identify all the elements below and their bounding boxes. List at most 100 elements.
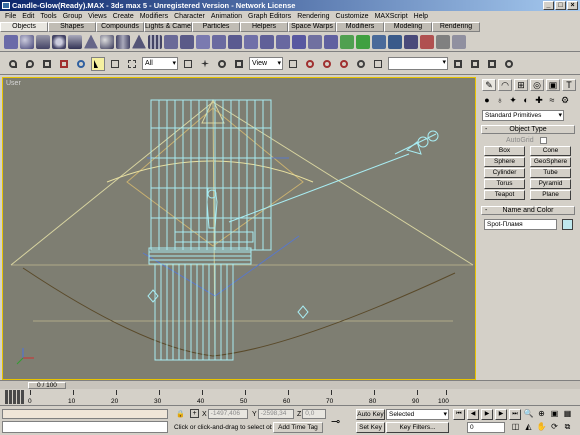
menu-create[interactable]: Create [110, 11, 137, 22]
pyramid-button[interactable]: Pyramid [530, 179, 571, 189]
cylinder-button[interactable]: Cylinder [484, 168, 525, 178]
spindle-icon[interactable] [212, 34, 226, 49]
redo-icon[interactable] [23, 57, 37, 71]
pivot-center-icon[interactable] [286, 57, 300, 71]
menu-file[interactable]: File [2, 11, 19, 22]
hierarchy-tab-icon[interactable]: ⊞ [514, 79, 528, 91]
primitive-category-dropdown[interactable]: Standard Primitives [482, 110, 564, 121]
tab-modeling[interactable]: Modeling [384, 22, 432, 32]
display-tab-icon[interactable]: ▣ [546, 79, 560, 91]
capsule-icon[interactable] [308, 34, 322, 49]
curve-editor-icon[interactable] [502, 57, 516, 71]
spacewarps-icon[interactable]: ≈ [547, 95, 557, 105]
utilities-tab-icon[interactable]: T [562, 79, 576, 91]
scale-icon[interactable] [232, 57, 246, 71]
tab-space-warps[interactable]: Space Warps [288, 22, 336, 32]
lock-icon[interactable]: 🔒 [176, 410, 185, 418]
rotate-icon[interactable] [215, 57, 229, 71]
sphere-icon[interactable] [20, 34, 34, 49]
menu-customize[interactable]: Customize [333, 11, 372, 22]
teapot-button[interactable]: Teapot [484, 190, 525, 200]
ringwave-icon[interactable] [244, 34, 258, 49]
maximize-viewport-icon[interactable]: ⧉ [562, 422, 573, 432]
menu-edit[interactable]: Edit [19, 11, 37, 22]
grid-green-icon[interactable] [340, 34, 354, 49]
add-time-tag-button[interactable]: Add Time Tag [273, 422, 323, 433]
diamond-icon[interactable] [372, 34, 386, 49]
cylinder-icon[interactable] [36, 34, 50, 49]
spinner-snap-icon[interactable] [354, 57, 368, 71]
snap-3d-icon[interactable] [303, 57, 317, 71]
key-mode-dropdown[interactable]: Selected [386, 409, 449, 420]
select-link-icon[interactable] [40, 57, 54, 71]
named-selection-icon[interactable] [371, 57, 385, 71]
link-icon[interactable] [420, 34, 434, 49]
undo-icon[interactable] [6, 57, 20, 71]
move-icon[interactable] [198, 57, 212, 71]
box-icon[interactable] [4, 34, 18, 49]
geosphere-button[interactable]: GeoSphere [530, 157, 571, 167]
zoom-all-icon[interactable]: ⊕ [536, 409, 547, 419]
tab-objects[interactable]: Objects [0, 22, 48, 32]
field-of-view-icon[interactable]: ◭ [523, 422, 534, 432]
zoom-extents-icon[interactable]: ▣ [549, 409, 560, 419]
object-type-rollout[interactable]: Object Type [481, 125, 575, 134]
unlink-icon[interactable] [57, 57, 71, 71]
plane-button[interactable]: Plane [530, 190, 571, 200]
sphere-button[interactable]: Sphere [484, 157, 525, 167]
tab-shapes[interactable]: Shapes [48, 22, 96, 32]
menu-character[interactable]: Character [171, 11, 208, 22]
tab-particles[interactable]: Particles [192, 22, 240, 32]
oiltank-icon[interactable] [196, 34, 210, 49]
z-field[interactable]: 0,0 [302, 409, 327, 419]
set-key-icon[interactable]: ⊸ [331, 415, 340, 428]
chamfer-box-icon[interactable] [180, 34, 194, 49]
goto-end-icon[interactable]: ⏭ [509, 409, 521, 420]
menu-tools[interactable]: Tools [37, 11, 59, 22]
selection-filter-dropdown[interactable]: All [142, 57, 178, 70]
prev-frame-icon[interactable]: ◀ [467, 409, 479, 420]
layer-manager-icon[interactable] [485, 57, 499, 71]
time-slider[interactable]: 0 / 100 [28, 382, 66, 389]
diamond2-icon[interactable] [388, 34, 402, 49]
region-zoom-icon[interactable]: ◫ [510, 422, 521, 432]
box-button[interactable]: Box [484, 146, 525, 156]
time-slider-bar[interactable]: 0 / 100 [0, 380, 580, 389]
menu-graph-editors[interactable]: Graph Editors [245, 11, 294, 22]
menu-maxscript[interactable]: MAXScript [372, 11, 411, 22]
tab-modifiers[interactable]: Modifiers [336, 22, 384, 32]
menu-rendering[interactable]: Rendering [294, 11, 332, 22]
maxscript-listener-bottom[interactable] [2, 421, 168, 433]
select-object-icon[interactable] [91, 56, 105, 71]
create-tab-icon[interactable]: ✎ [482, 79, 496, 91]
menu-animation[interactable]: Animation [208, 11, 245, 22]
shapes-icon[interactable]: ♁ [495, 95, 505, 105]
maximize-button[interactable]: □ [555, 1, 566, 10]
gengon-icon[interactable] [228, 34, 242, 49]
cylinder-small-icon[interactable] [452, 34, 466, 49]
zoom-icon[interactable]: 🔍 [523, 409, 534, 419]
prism-icon[interactable] [260, 34, 274, 49]
track-bar[interactable]: 0 10 20 30 40 50 60 70 80 90 100 [0, 389, 580, 406]
pan-icon[interactable]: ✋ [536, 422, 547, 432]
select-move-icon[interactable] [181, 57, 195, 71]
torus-knot-icon[interactable] [276, 34, 290, 49]
x-field[interactable]: -1497,406 [207, 409, 248, 419]
name-color-rollout[interactable]: Name and Color [481, 206, 575, 215]
play-icon[interactable]: ▶ [481, 409, 493, 420]
l-ext-icon[interactable] [324, 34, 338, 49]
y-field[interactable]: -2598,34 [257, 409, 294, 419]
set-key-button[interactable]: Set Key [356, 422, 385, 433]
autogrid-checkbox[interactable] [539, 137, 547, 144]
arc-rotate-icon[interactable]: ⟳ [549, 422, 560, 432]
angle-snap-icon[interactable] [320, 57, 334, 71]
zoom-extents-all-icon[interactable]: ▦ [562, 409, 573, 419]
viewport-user[interactable]: User [2, 77, 476, 380]
key-filters-button[interactable]: Key Filters... [386, 422, 449, 433]
geosphere-icon[interactable] [100, 34, 114, 49]
cameras-icon[interactable]: ◐ [521, 95, 531, 105]
align-icon[interactable] [468, 57, 482, 71]
menu-modifiers[interactable]: Modifiers [137, 11, 171, 22]
tab-helpers[interactable]: Helpers [240, 22, 288, 32]
helpers-icon[interactable]: ✚ [534, 95, 544, 105]
